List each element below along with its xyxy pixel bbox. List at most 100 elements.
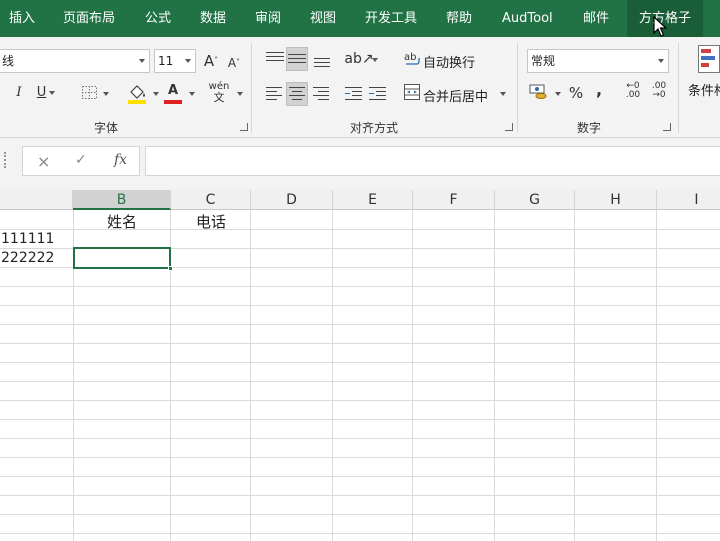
- font-size-combo[interactable]: 11: [154, 49, 196, 73]
- comma-style-button[interactable]: ,: [593, 79, 605, 101]
- merge-center-icon: [404, 84, 420, 100]
- underline-button[interactable]: U: [34, 82, 58, 104]
- font-group-label: 字体: [94, 121, 119, 135]
- grid-row-line: [0, 305, 720, 306]
- font-color-button[interactable]: A: [164, 80, 182, 104]
- number-group-label: 数字: [577, 121, 602, 135]
- chevron-down-icon[interactable]: [500, 92, 506, 96]
- column-header-a[interactable]: [0, 190, 73, 210]
- chevron-down-icon[interactable]: [555, 92, 561, 96]
- excel-window: 插入 页面布局 公式 数据 审阅 视图 开发工具 帮助 AudTool 邮件 方…: [0, 0, 720, 541]
- conditional-formatting-icon[interactable]: [698, 45, 720, 73]
- align-middle-button[interactable]: [286, 47, 308, 71]
- tab-developer[interactable]: 开发工具: [365, 0, 417, 37]
- grow-font-icon: A: [203, 52, 215, 70]
- chevron-down-icon[interactable]: [372, 58, 378, 62]
- insert-function-button[interactable]: fx: [114, 152, 127, 168]
- grid-row-line: [0, 381, 720, 382]
- alignment-dialog-launcher-icon[interactable]: [505, 123, 513, 131]
- decrease-decimal-button[interactable]: .00 →0: [649, 82, 669, 104]
- grid-row-line: [0, 324, 720, 325]
- chevron-down-icon[interactable]: [237, 92, 243, 96]
- grid-column-line: [412, 210, 413, 541]
- enter-icon[interactable]: ✓: [75, 152, 87, 168]
- align-bottom-icon[interactable]: [314, 54, 332, 68]
- grid-row-line: [0, 400, 720, 401]
- selected-cell-b3[interactable]: [73, 247, 173, 271]
- percent-style-button[interactable]: %: [567, 82, 585, 104]
- tab-formulas[interactable]: 公式: [145, 0, 171, 37]
- cell-c1[interactable]: 电话: [196, 211, 226, 232]
- column-header-e[interactable]: E: [333, 190, 413, 210]
- chevron-down-icon[interactable]: [189, 92, 195, 96]
- alignment-group-label: 对齐方式: [350, 121, 399, 135]
- grid-column-line: [656, 210, 657, 541]
- shrink-font-icon: A: [227, 56, 237, 70]
- grid-row-line: [0, 533, 720, 534]
- accounting-format-icon[interactable]: [529, 84, 549, 100]
- ribbon-panel: 线 11 A˄ A˅ I U A wén 文 字体 ab↗ ab 自动换行 合并…: [0, 37, 720, 138]
- align-top-icon[interactable]: [266, 52, 284, 66]
- wrap-text-icon: ab: [404, 52, 420, 65]
- tab-mailings[interactable]: 邮件: [583, 0, 609, 37]
- cancel-icon[interactable]: ×: [37, 152, 50, 171]
- column-header-g[interactable]: G: [495, 190, 575, 210]
- chevron-down-icon[interactable]: [103, 92, 109, 96]
- tab-audtool[interactable]: AudTool: [502, 0, 553, 37]
- chevron-down-icon[interactable]: [153, 92, 159, 96]
- cell-a3[interactable]: 222222: [1, 250, 54, 266]
- orientation-button[interactable]: ab↗: [344, 48, 374, 70]
- tab-data[interactable]: 数据: [200, 0, 226, 37]
- fill-color-icon[interactable]: [127, 82, 147, 104]
- group-divider: [517, 43, 518, 133]
- increase-decimal-button[interactable]: ←0.00: [623, 82, 643, 104]
- grid-row-line: [0, 495, 720, 496]
- number-format-combo[interactable]: 常规: [527, 49, 669, 73]
- align-left-icon[interactable]: [266, 87, 284, 101]
- decrease-indent-icon[interactable]: [345, 87, 363, 101]
- column-header-b[interactable]: B: [73, 190, 171, 210]
- font-name-combo[interactable]: 线: [0, 49, 150, 73]
- svg-text:ab: ab: [404, 52, 416, 63]
- tab-review[interactable]: 审阅: [255, 0, 281, 37]
- column-header-h[interactable]: H: [575, 190, 657, 210]
- grid-row-line: [0, 438, 720, 439]
- mouse-pointer-icon: [653, 16, 667, 37]
- merge-center-button[interactable]: 合并后居中: [423, 86, 488, 105]
- group-divider: [678, 43, 679, 133]
- column-header-c[interactable]: C: [171, 190, 251, 210]
- column-header-d[interactable]: D: [251, 190, 333, 210]
- formula-input[interactable]: [145, 146, 720, 176]
- grid-row-line: [0, 476, 720, 477]
- cell-b1[interactable]: 姓名: [107, 211, 137, 232]
- group-divider: [251, 43, 252, 133]
- decrease-decimal-icon: .00 →0: [651, 81, 667, 100]
- number-dialog-launcher-icon[interactable]: [663, 123, 671, 131]
- tab-view[interactable]: 视图: [310, 0, 336, 37]
- italic-button[interactable]: I: [12, 82, 26, 104]
- fill-handle[interactable]: [168, 266, 173, 271]
- column-header-i[interactable]: I: [657, 190, 720, 210]
- tab-help[interactable]: 帮助: [446, 0, 472, 37]
- borders-icon[interactable]: [82, 86, 98, 100]
- chevron-down-icon: [658, 59, 664, 63]
- font-size-value: 11: [158, 54, 174, 68]
- increase-indent-icon[interactable]: [369, 87, 387, 101]
- column-header-f[interactable]: F: [413, 190, 495, 210]
- wrap-text-button[interactable]: 自动换行: [423, 52, 475, 71]
- grow-font-button[interactable]: A˄: [202, 50, 220, 72]
- chevron-down-icon: [139, 59, 145, 63]
- formula-buttons-area: × ✓ fx: [22, 146, 140, 176]
- conditional-formatting-label[interactable]: 条件格: [688, 80, 720, 99]
- align-right-icon[interactable]: [313, 87, 331, 101]
- grid-row-line: [0, 457, 720, 458]
- font-dialog-launcher-icon[interactable]: [240, 123, 248, 131]
- name-box-resize-handle[interactable]: [4, 152, 6, 168]
- align-center-button[interactable]: [286, 82, 308, 106]
- phonetic-guide-button[interactable]: wén 文: [208, 81, 230, 103]
- tab-insert[interactable]: 插入: [9, 0, 35, 37]
- shrink-font-button[interactable]: A˅: [226, 52, 242, 74]
- formula-bar: × ✓ fx: [0, 138, 720, 190]
- tab-page-layout[interactable]: 页面布局: [63, 0, 115, 37]
- cell-a2[interactable]: 111111: [1, 231, 54, 247]
